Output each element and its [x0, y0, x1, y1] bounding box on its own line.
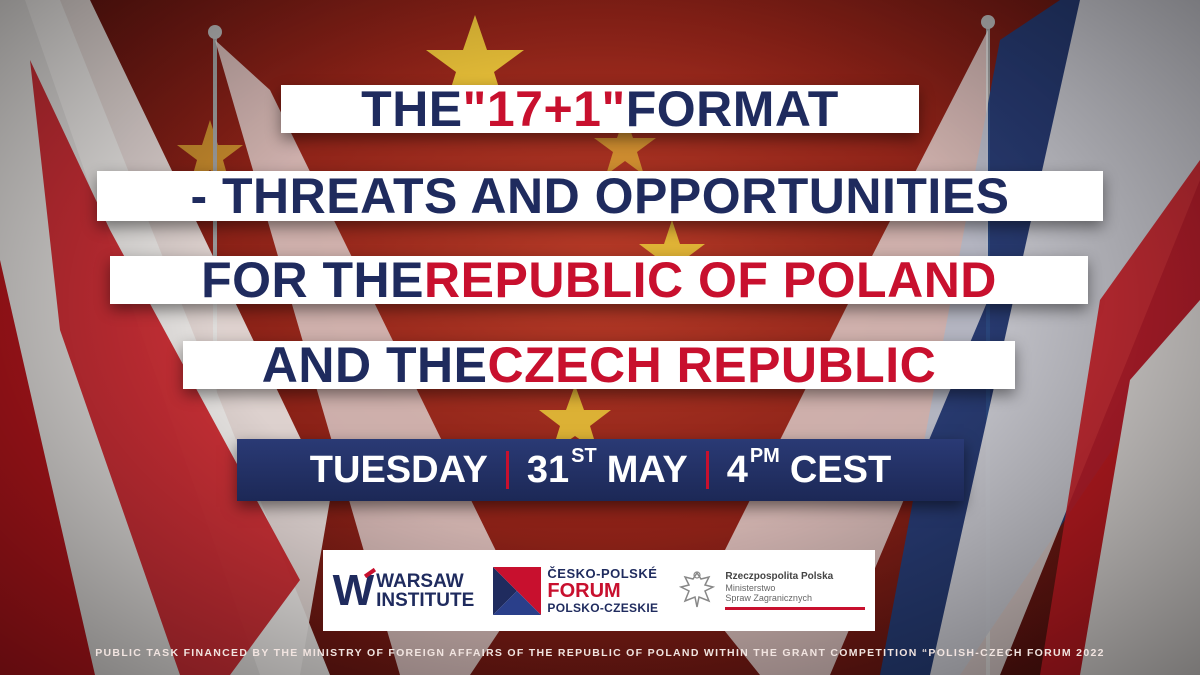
- title-text: - THREATS AND OPPORTUNITIES: [190, 168, 1010, 224]
- event-day-text: TUESDAY: [309, 448, 488, 491]
- forum-emblem-icon: [493, 566, 542, 615]
- event-day: TUESDAY: [292, 449, 506, 492]
- forum-name-3: POLSKO-CZESKIE: [547, 600, 659, 615]
- forum-name-1: ČESKO-POLSKÉ: [547, 565, 658, 581]
- event-month: MAY: [606, 448, 688, 491]
- event-time-number: 4: [726, 448, 748, 491]
- title-text: FORMAT: [625, 81, 839, 137]
- mfa-name-1: Rzeczpospolita Polska: [725, 571, 834, 583]
- warsaw-institute-mark: W: [332, 565, 375, 615]
- title-highlight: "17+1": [462, 81, 626, 137]
- event-time-suffix: PM: [749, 444, 780, 467]
- title-line-1: THE "17+1" FORMAT: [281, 81, 919, 137]
- title-line-3: FOR THE REPUBLIC OF POLAND: [110, 252, 1088, 308]
- czech-polish-forum-logo: ČESKO-POLSKÉ FORUM POLSKO-CZESKIE: [493, 565, 659, 615]
- warsaw-institute-name-1: WARSAW: [376, 570, 464, 592]
- title-text: AND THE: [261, 337, 488, 393]
- polish-eagle-icon: [679, 570, 716, 607]
- title-text: FOR THE: [201, 252, 425, 308]
- funding-footer: PUBLIC TASK FINANCED BY THE MINISTRY OF …: [95, 647, 1105, 659]
- event-date: 31 ST MAY: [509, 445, 706, 492]
- title-text: THE: [361, 81, 463, 137]
- title-highlight: REPUBLIC OF POLAND: [424, 252, 997, 308]
- mfa-poland-logo: Rzeczpospolita Polska Ministerstwo Spraw…: [677, 569, 866, 613]
- title-highlight: CZECH REPUBLIC: [487, 337, 937, 393]
- title-line-4: AND THE CZECH REPUBLIC: [183, 337, 1015, 393]
- event-date-number: 31: [526, 448, 570, 491]
- event-date-suffix: ST: [571, 444, 597, 467]
- partner-logos: W WARSAW INSTITUTE ČESKO-POLSKÉ FORUM PO…: [323, 550, 875, 631]
- mfa-name-2: Ministerstwo: [725, 582, 776, 593]
- mfa-name-3: Spraw Zagranicznych: [725, 593, 812, 604]
- event-time: 4 PM CEST: [709, 445, 910, 492]
- forum-name-2: FORUM: [547, 579, 621, 602]
- title-line-2: - THREATS AND OPPORTUNITIES: [97, 171, 1103, 221]
- event-timezone: CEST: [789, 448, 892, 491]
- event-date-bar: TUESDAY 31 ST MAY 4 PM CEST: [237, 439, 964, 501]
- warsaw-institute-logo: W WARSAW INSTITUTE: [332, 565, 475, 615]
- mfa-red-line: [725, 606, 866, 610]
- warsaw-institute-name-2: INSTITUTE: [376, 589, 475, 611]
